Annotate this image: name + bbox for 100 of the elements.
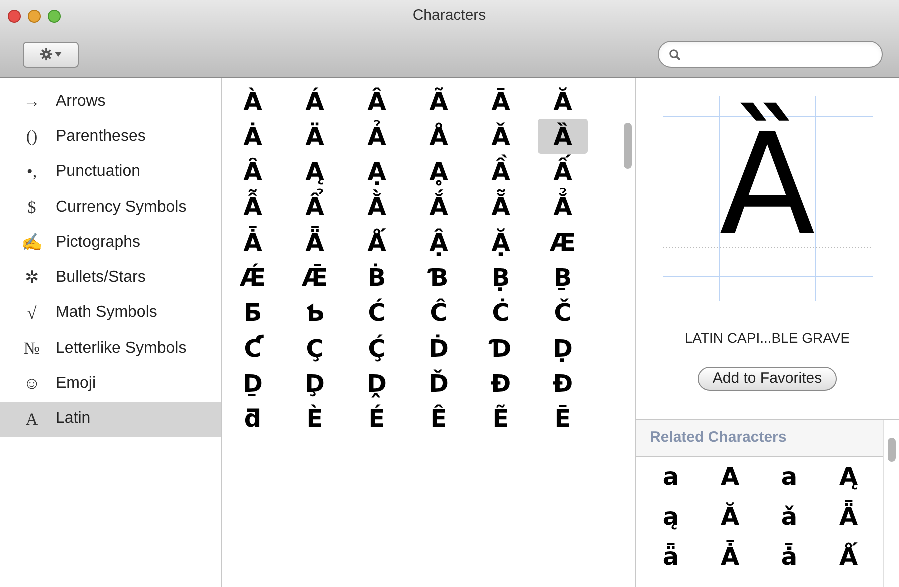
character-cell[interactable]: Ȃ	[228, 154, 278, 190]
character-cell[interactable]: Ḅ	[476, 260, 526, 296]
category-label: Punctuation	[56, 162, 141, 182]
category-label: Arrows	[56, 92, 106, 112]
scrollbar-thumb[interactable]	[888, 438, 896, 462]
related-character[interactable]: Ǟ	[824, 497, 874, 537]
character-cell[interactable]: Ć	[352, 296, 402, 331]
sidebar-item[interactable]: $ Currency Symbols	[0, 190, 221, 226]
zoom-button[interactable]	[48, 10, 61, 22]
sidebar-item[interactable]: ✍ Pictographs	[0, 225, 221, 260]
character-cell[interactable]: Â	[352, 84, 402, 119]
related-character[interactable]: Ă	[705, 497, 756, 537]
category-glyph: ✍	[20, 232, 44, 254]
character-cell[interactable]: Ă	[538, 84, 588, 119]
character-cell[interactable]: Ç	[290, 331, 340, 366]
related-character[interactable]: Ǡ	[705, 537, 756, 577]
character-cell[interactable]: Ď	[414, 366, 464, 402]
character-cell[interactable]: Ẵ	[476, 190, 526, 225]
character-cell[interactable]: Ḃ	[352, 260, 402, 296]
character-cell[interactable]: Ǣ	[290, 260, 340, 296]
character-cell[interactable]: Đ	[476, 366, 526, 402]
close-button[interactable]	[8, 10, 21, 22]
character-cell[interactable]: Ậ	[414, 225, 464, 260]
character-cell[interactable]: Ḓ	[352, 366, 402, 402]
character-cell[interactable]: Ȧ	[228, 119, 278, 154]
related-character[interactable]: a	[646, 457, 696, 497]
related-character[interactable]: ą	[646, 497, 696, 537]
character-cell[interactable]: Ḋ	[414, 331, 464, 366]
character-cell[interactable]: Ǎ	[476, 119, 526, 154]
search-field[interactable]	[658, 41, 883, 68]
character-cell[interactable]: Ą	[290, 154, 340, 190]
character-cell[interactable]: Ḍ	[538, 331, 588, 366]
character-cell[interactable]: Ċ	[476, 296, 526, 331]
caret-icon	[55, 52, 62, 57]
character-cell[interactable]: Ǟ	[290, 225, 340, 260]
sidebar-item[interactable]: → Arrows	[0, 84, 221, 120]
character-cell[interactable]: Ĉ	[414, 296, 464, 331]
character-cell[interactable]: Ê	[414, 402, 464, 437]
character-cell[interactable]: Ǻ	[352, 225, 402, 260]
sidebar-item[interactable]: ☺ Emoji	[0, 366, 221, 402]
character-cell[interactable]: Ã	[414, 84, 464, 119]
sidebar-item[interactable]: № Letterlike Symbols	[0, 331, 221, 366]
related-character[interactable]: ǡ	[764, 537, 814, 577]
character-cell[interactable]: Ḉ	[352, 331, 402, 366]
character-cell[interactable]: Ắ	[414, 190, 464, 225]
character-cell[interactable]: Ẫ	[228, 190, 278, 225]
scrollbar-thumb[interactable]	[624, 123, 632, 169]
character-cell[interactable]: Ằ	[352, 190, 402, 225]
character-name: LATIN CAPI...BLE GRAVE	[684, 329, 850, 348]
minimize-button[interactable]	[28, 10, 41, 22]
character-cell[interactable]: Ƃ	[228, 296, 278, 331]
character-cell[interactable]: Ɖ	[538, 366, 588, 402]
character-cell[interactable]: É	[352, 402, 402, 437]
character-cell[interactable]: Ả	[352, 119, 402, 154]
sidebar-item[interactable]: () Parentheses	[0, 119, 221, 155]
add-to-favorites-button[interactable]: Add to Favorites	[698, 367, 838, 391]
related-character[interactable]: ǟ	[646, 537, 696, 577]
character-cell[interactable]: Ɗ	[476, 331, 526, 366]
character-cell[interactable]: Č	[538, 296, 588, 331]
character-cell[interactable]: Ȁ	[538, 119, 588, 154]
character-cell[interactable]: È	[290, 402, 340, 437]
character-cell[interactable]: Ƅ	[290, 296, 340, 331]
character-cell[interactable]: Ẩ	[290, 190, 340, 225]
character-cell[interactable]: Ạ	[352, 154, 402, 190]
related-character[interactable]: Ą	[824, 457, 874, 497]
character-cell[interactable]: À	[228, 84, 278, 119]
character-cell[interactable]: Ḏ	[228, 366, 278, 402]
character-cell[interactable]: Ǽ	[228, 260, 278, 296]
character-preview: Ȁ	[718, 102, 816, 269]
character-cell[interactable]: Ḁ	[414, 154, 464, 190]
related-character[interactable]: ǎ	[764, 497, 814, 537]
category-glyph: •,	[26, 161, 38, 184]
sidebar-item[interactable]: √ Math Symbols	[0, 296, 221, 332]
character-cell[interactable]: Á	[290, 84, 340, 119]
character-cell[interactable]: Ḑ	[290, 366, 340, 402]
related-character[interactable]: A	[705, 457, 756, 497]
window-title: Characters	[412, 6, 486, 26]
sidebar-item[interactable]: •, Punctuation	[0, 154, 221, 190]
sidebar-item[interactable]: ✲ Bullets/Stars	[0, 260, 221, 296]
sidebar-item[interactable]: A Latin	[0, 402, 221, 437]
character-cell[interactable]: Ǡ	[228, 225, 278, 260]
character-cell[interactable]: Ā	[476, 84, 526, 119]
character-cell[interactable]: Ặ	[476, 225, 526, 260]
character-cell[interactable]: Ƈ	[228, 331, 278, 366]
character-cell[interactable]: Ẳ	[538, 190, 588, 225]
character-cell[interactable]: Ẽ	[476, 402, 526, 437]
character-cell[interactable]: Æ	[538, 225, 588, 260]
gear-icon	[40, 48, 53, 61]
character-cell[interactable]: Ầ	[476, 154, 526, 190]
category-label: Parentheses	[56, 126, 146, 147]
character-cell[interactable]: Ä	[290, 119, 340, 154]
character-cell[interactable]: Å	[414, 119, 464, 154]
related-character[interactable]: Ǻ	[824, 537, 874, 577]
related-title: Related Characters	[650, 428, 787, 448]
character-cell[interactable]: Ḇ	[538, 260, 588, 296]
character-cell[interactable]: Ɓ	[414, 260, 464, 296]
character-cell[interactable]: ƌ	[228, 402, 278, 437]
related-character[interactable]: a	[764, 457, 814, 497]
action-menu-button[interactable]	[23, 42, 79, 68]
character-cell[interactable]: Ē	[538, 402, 588, 437]
